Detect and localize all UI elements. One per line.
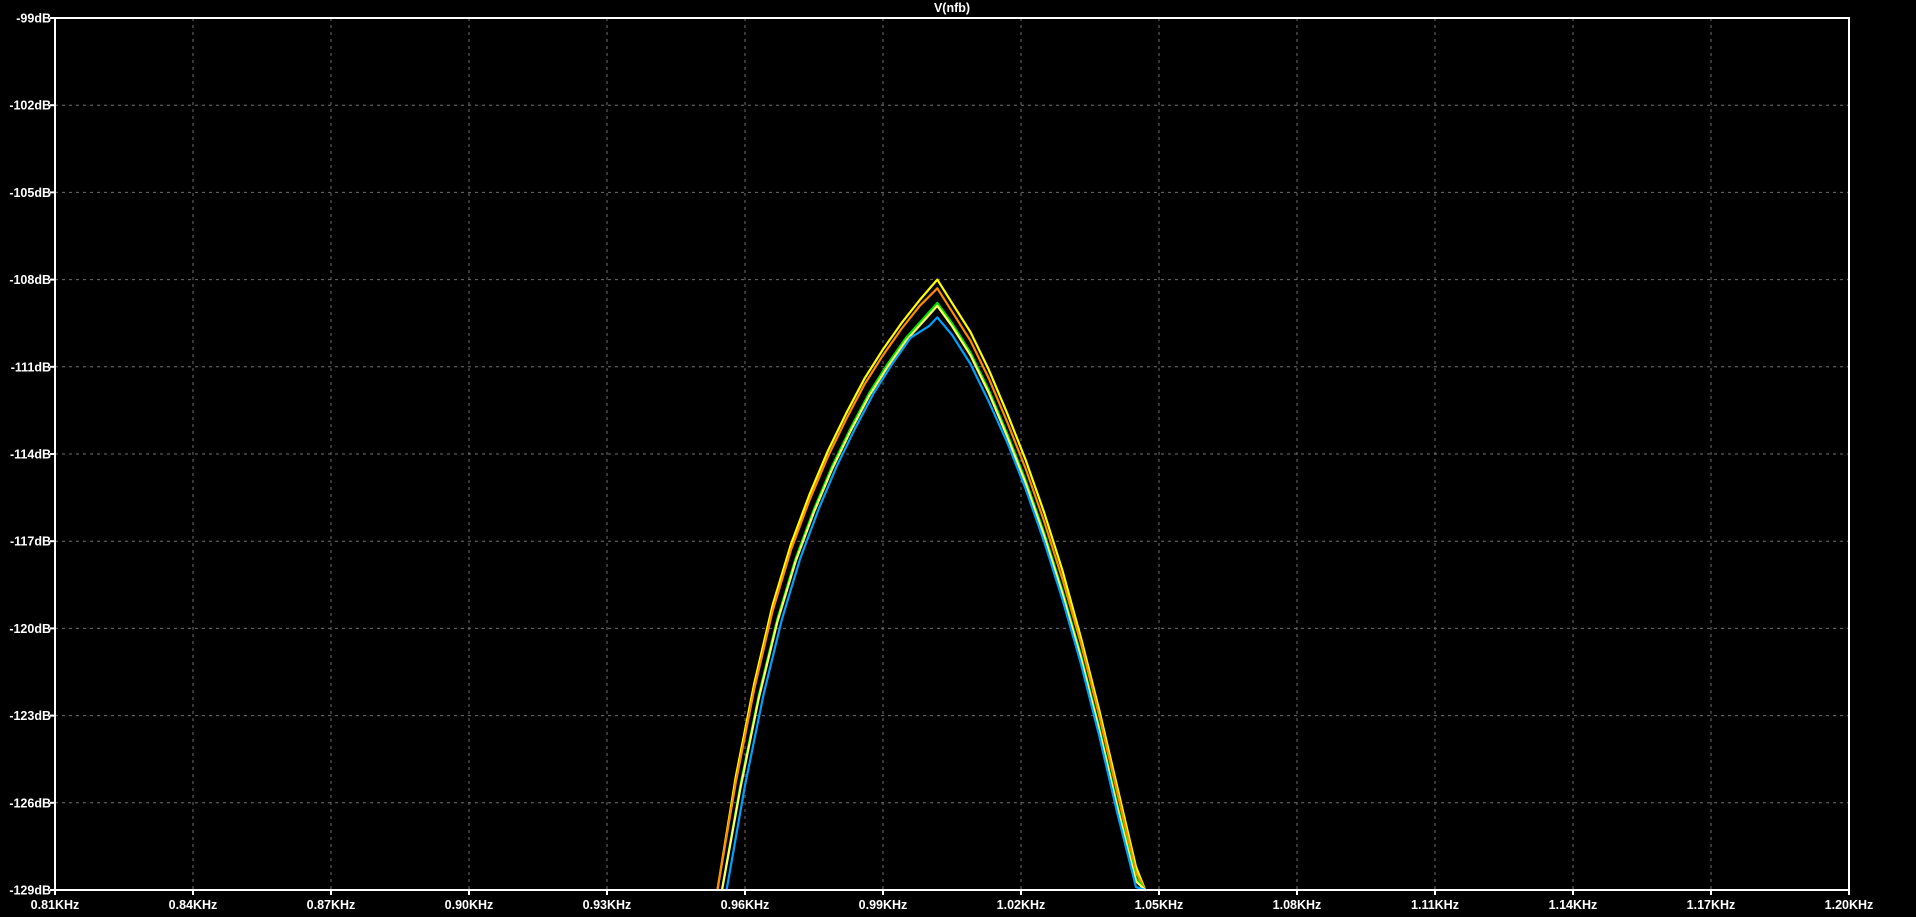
y-tick-label: -105dB (9, 186, 51, 200)
plot-background (0, 0, 1916, 917)
x-tick-label: 1.14KHz (1549, 898, 1598, 912)
chart-title: V(nfb) (934, 1, 970, 15)
x-tick-label: 0.84KHz (169, 898, 218, 912)
x-tick-label: 1.08KHz (1273, 898, 1322, 912)
x-tick-label: 1.20KHz (1825, 898, 1874, 912)
x-tick-label: 0.93KHz (583, 898, 632, 912)
x-tick-label: 0.87KHz (307, 898, 356, 912)
x-tick-label: 1.05KHz (1135, 898, 1184, 912)
y-tick-label: -102dB (9, 99, 51, 113)
y-tick-label: -108dB (9, 273, 51, 287)
x-tick-label: 0.90KHz (445, 898, 494, 912)
y-tick-label: -120dB (9, 622, 51, 636)
y-tick-label: -111dB (11, 360, 51, 374)
x-tick-label: 0.99KHz (859, 898, 908, 912)
y-tick-label: -129dB (9, 884, 51, 898)
x-tick-label: 1.11KHz (1411, 898, 1459, 912)
y-tick-label: -99dB (16, 12, 51, 26)
y-tick-label: -123dB (9, 709, 51, 723)
x-tick-label: 1.17KHz (1687, 898, 1736, 912)
y-tick-label: -126dB (9, 796, 51, 810)
y-tick-label: -114dB (10, 448, 51, 462)
y-tick-label: -117dB (10, 535, 51, 549)
chart-svg: 0.81KHz 0.84KHz 0.87KHz 0.90KHz 0.93KHz 0.96K… (0, 0, 1916, 917)
x-tick-label: 0.81KHz (31, 898, 80, 912)
x-tick-label: 1.02KHz (997, 898, 1046, 912)
x-tick-label: 0.96KHz (721, 898, 770, 912)
